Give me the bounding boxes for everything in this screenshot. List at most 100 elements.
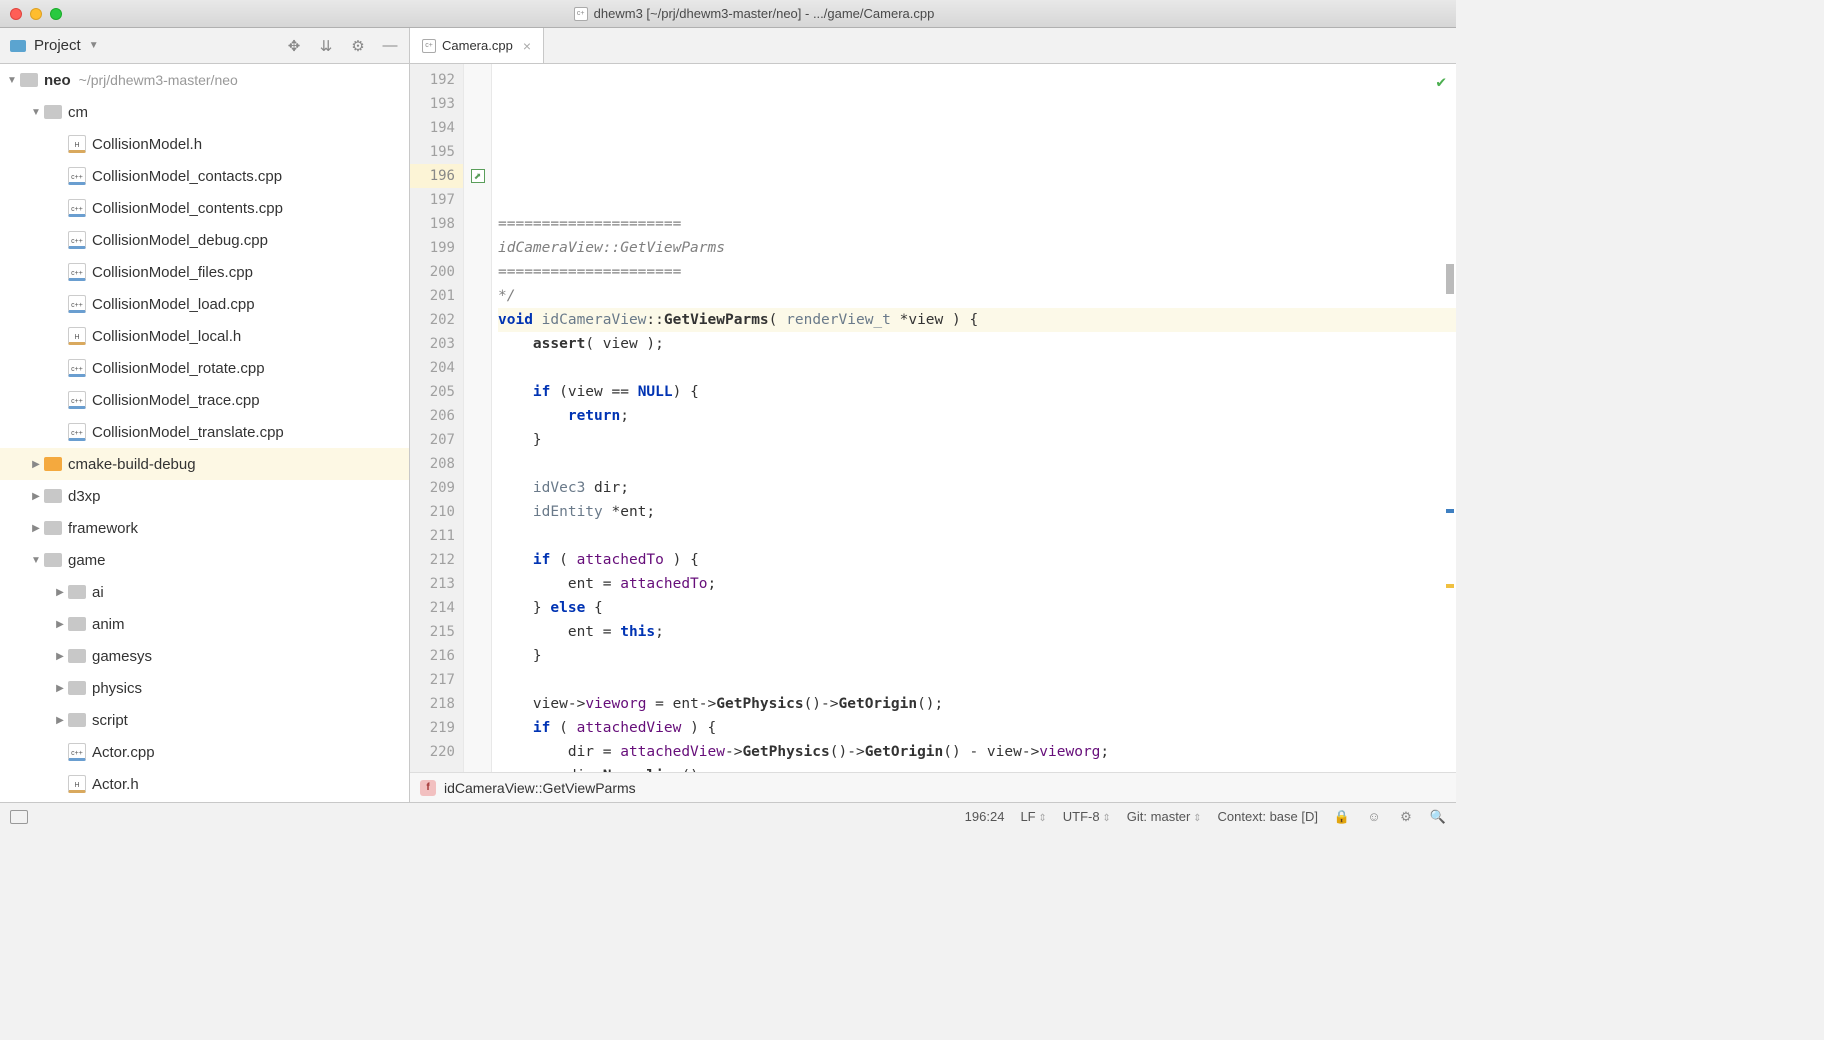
cpp-file-icon: c++	[68, 391, 86, 409]
tree-item-label: script	[92, 712, 128, 729]
folder-icon	[68, 649, 86, 663]
folder-icon	[68, 585, 86, 599]
tree-folder-cmake-build-debug[interactable]: cmake-build-debug	[0, 448, 409, 480]
tree-item-label: framework	[68, 520, 138, 537]
tree-folder[interactable]: anim	[0, 608, 409, 640]
code-text[interactable]: ✔ =====================idCameraView::Get…	[492, 64, 1456, 772]
tree-file[interactable]: HCollisionModel_local.h	[0, 320, 409, 352]
locate-icon[interactable]: ✥	[285, 37, 303, 55]
h-file-icon: H	[68, 327, 86, 345]
settings-icon[interactable]: ⚙	[1398, 809, 1414, 825]
tree-item-label: CollisionModel.h	[92, 136, 202, 153]
window-title-text: dhewm3 [~/prj/dhewm3-master/neo] - .../g…	[594, 6, 935, 21]
function-icon: f	[420, 780, 436, 796]
tree-folder[interactable]: physics	[0, 672, 409, 704]
close-tab-icon[interactable]: ×	[523, 38, 531, 54]
tree-item-label: physics	[92, 680, 142, 697]
tab-camera-cpp[interactable]: c+ Camera.cpp ×	[410, 28, 544, 63]
collapse-all-icon[interactable]: ⇊	[317, 37, 335, 55]
tree-file[interactable]: c++CollisionModel_contents.cpp	[0, 192, 409, 224]
tree-folder[interactable]: script	[0, 704, 409, 736]
folder-icon	[44, 553, 62, 567]
file-encoding[interactable]: UTF-8	[1063, 809, 1111, 824]
cpp-file-icon: c++	[68, 263, 86, 281]
h-file-icon: H	[68, 775, 86, 793]
tree-file[interactable]: c++CollisionModel_files.cpp	[0, 256, 409, 288]
project-tool-window-header[interactable]: Project ▼ ✥ ⇊ ⚙ —	[0, 28, 410, 63]
lock-icon[interactable]: 🔒	[1334, 809, 1350, 825]
project-toolbar: ✥ ⇊ ⚙ —	[285, 37, 399, 55]
marker-column[interactable]: ⬈	[464, 64, 492, 772]
tree-file[interactable]: c++Actor.cpp	[0, 736, 409, 768]
editor-pane: 1921931941951961971981992002012022032042…	[410, 64, 1456, 802]
tree-file[interactable]: c++ CollisionModel_translate.cpp	[0, 416, 409, 448]
cursor-position[interactable]: 196:24	[965, 809, 1005, 824]
chevron-down-icon[interactable]: ▼	[89, 40, 99, 51]
folder-icon	[44, 489, 62, 503]
tree-root-neo[interactable]: neo ~/prj/dhewm3-master/neo	[0, 64, 409, 96]
cpp-file-icon: c++	[68, 231, 86, 249]
breadcrumb-bar[interactable]: f idCameraView::GetViewParms	[410, 772, 1456, 802]
search-icon[interactable]: 🔍	[1430, 809, 1446, 825]
scroll-marker[interactable]	[1446, 509, 1454, 513]
folder-icon	[68, 617, 86, 631]
window-titlebar: c+ dhewm3 [~/prj/dhewm3-master/neo] - ..…	[0, 0, 1456, 28]
folder-icon	[20, 73, 38, 87]
tab-label: Camera.cpp	[442, 38, 513, 53]
tree-item-label: cmake-build-debug	[68, 456, 196, 473]
toolbar-row: Project ▼ ✥ ⇊ ⚙ — c+ Camera.cpp ×	[0, 28, 1456, 64]
tree-file[interactable]: c++CollisionModel_load.cpp	[0, 288, 409, 320]
analysis-ok-icon[interactable]: ✔	[1436, 70, 1446, 94]
breadcrumb-text: idCameraView::GetViewParms	[444, 780, 636, 796]
tree-item-label: Actor.h	[92, 776, 139, 793]
tree-folder-game[interactable]: game	[0, 544, 409, 576]
tree-folder-cm[interactable]: cm	[0, 96, 409, 128]
tool-windows-toggle[interactable]	[10, 810, 28, 824]
tree-item-label: CollisionModel_debug.cpp	[92, 232, 268, 249]
project-label: Project	[34, 37, 81, 54]
tree-file[interactable]: c++CollisionModel_rotate.cpp	[0, 352, 409, 384]
close-window-button[interactable]	[10, 8, 22, 20]
project-icon	[10, 40, 26, 52]
inspector-icon[interactable]: ☺	[1366, 809, 1382, 825]
tree-folder[interactable]: gamesys	[0, 640, 409, 672]
tree-item-label: CollisionModel_rotate.cpp	[92, 360, 265, 377]
tree-item-label: cm	[68, 104, 88, 121]
line-ending[interactable]: LF	[1020, 809, 1046, 824]
folder-icon	[68, 681, 86, 695]
scroll-marker[interactable]	[1446, 584, 1454, 588]
tree-item-label: gamesys	[92, 648, 152, 665]
tree-item-path: ~/prj/dhewm3-master/neo	[79, 72, 238, 88]
tree-item-label: CollisionModel_contacts.cpp	[92, 168, 282, 185]
folder-icon	[44, 521, 62, 535]
code-area[interactable]: 1921931941951961971981992002012022032042…	[410, 64, 1456, 772]
window-controls	[10, 8, 62, 20]
folder-icon	[68, 713, 86, 727]
tree-file[interactable]: c++CollisionModel_contacts.cpp	[0, 160, 409, 192]
folder-icon	[44, 457, 62, 471]
h-file-icon: H	[68, 135, 86, 153]
scroll-indicator[interactable]	[1446, 264, 1454, 294]
tree-folder-framework[interactable]: framework	[0, 512, 409, 544]
cpp-file-icon: c++	[68, 423, 86, 441]
project-tree[interactable]: neo ~/prj/dhewm3-master/neo cm HCollisio…	[0, 64, 410, 802]
tree-file[interactable]: H CollisionModel.h	[0, 128, 409, 160]
maximize-window-button[interactable]	[50, 8, 62, 20]
tree-file[interactable]: H Actor.h	[0, 768, 409, 800]
tree-file[interactable]: c++CollisionModel_trace.cpp	[0, 384, 409, 416]
line-gutter[interactable]: 1921931941951961971981992002012022032042…	[410, 64, 464, 772]
tree-item-label: CollisionModel_translate.cpp	[92, 424, 284, 441]
git-branch[interactable]: Git: master	[1127, 809, 1202, 824]
resolve-context[interactable]: Context: base [D]	[1218, 809, 1318, 824]
implements-gutter-icon[interactable]: ⬈	[471, 169, 485, 183]
cpp-file-icon: c++	[68, 199, 86, 217]
gear-icon[interactable]: ⚙	[349, 37, 367, 55]
hide-icon[interactable]: —	[381, 37, 399, 55]
tree-folder-d3xp[interactable]: d3xp	[0, 480, 409, 512]
tree-item-label: CollisionModel_load.cpp	[92, 296, 255, 313]
editor-tabs: c+ Camera.cpp ×	[410, 28, 1456, 63]
folder-icon	[44, 105, 62, 119]
tree-folder[interactable]: ai	[0, 576, 409, 608]
minimize-window-button[interactable]	[30, 8, 42, 20]
tree-file[interactable]: c++ CollisionModel_debug.cpp	[0, 224, 409, 256]
